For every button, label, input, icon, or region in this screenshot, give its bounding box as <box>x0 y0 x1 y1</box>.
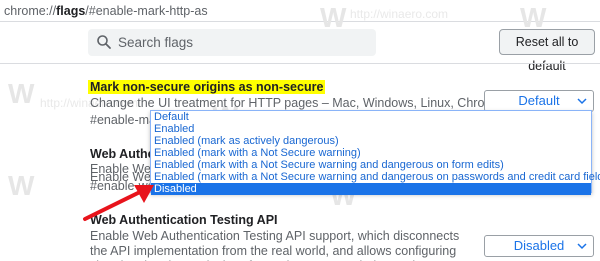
address-bar[interactable]: chrome://flags/#enable-mark-http-as <box>0 0 600 22</box>
header-divider <box>0 63 600 64</box>
watermark-logo: W <box>8 170 35 201</box>
flag-dropdown-menu[interactable]: Default Enabled Enabled (mark as activel… <box>150 110 600 195</box>
chevron-down-icon <box>577 243 587 250</box>
dropdown-option-enabled[interactable]: Enabled <box>151 123 591 135</box>
address-scheme: chrome:// <box>4 4 57 18</box>
watermark-logo: W <box>8 78 35 109</box>
select-value: Disabled <box>513 238 565 253</box>
chevron-down-icon <box>577 98 587 105</box>
dropdown-option-actively-dangerous[interactable]: Enabled (mark as actively dangerous) <box>151 135 591 147</box>
search-bar[interactable] <box>88 29 376 56</box>
flag-title-mark-http: Mark non-secure origins as non-secure <box>88 80 326 94</box>
dropdown-option-form-edits[interactable]: Enabled (mark with a Not Secure warning … <box>151 159 591 171</box>
search-icon <box>97 35 111 49</box>
dropdown-option-disabled[interactable]: Disabled <box>151 183 591 195</box>
dropdown-option-default[interactable]: Default <box>151 111 591 123</box>
dropdown-option-not-secure-warning[interactable]: Enabled (mark with a Not Secure warning) <box>151 147 591 159</box>
flag-select-web-auth-testing[interactable]: Disabled <box>484 235 594 257</box>
red-arrow-icon <box>83 185 154 221</box>
select-value: Default <box>518 93 560 108</box>
address-path: /#enable-mark-http-as <box>85 4 208 18</box>
address-host: flags <box>56 4 86 18</box>
dropdown-option-passwords[interactable]: Enabled (mark with a Not Secure warning … <box>151 171 600 183</box>
reset-all-button[interactable]: Reset all to default <box>499 29 595 73</box>
search-input[interactable] <box>118 29 368 56</box>
flag-description: Enable Web Authentication Testing API su… <box>90 229 460 261</box>
flag-select-mark-http[interactable]: Default <box>484 90 594 112</box>
